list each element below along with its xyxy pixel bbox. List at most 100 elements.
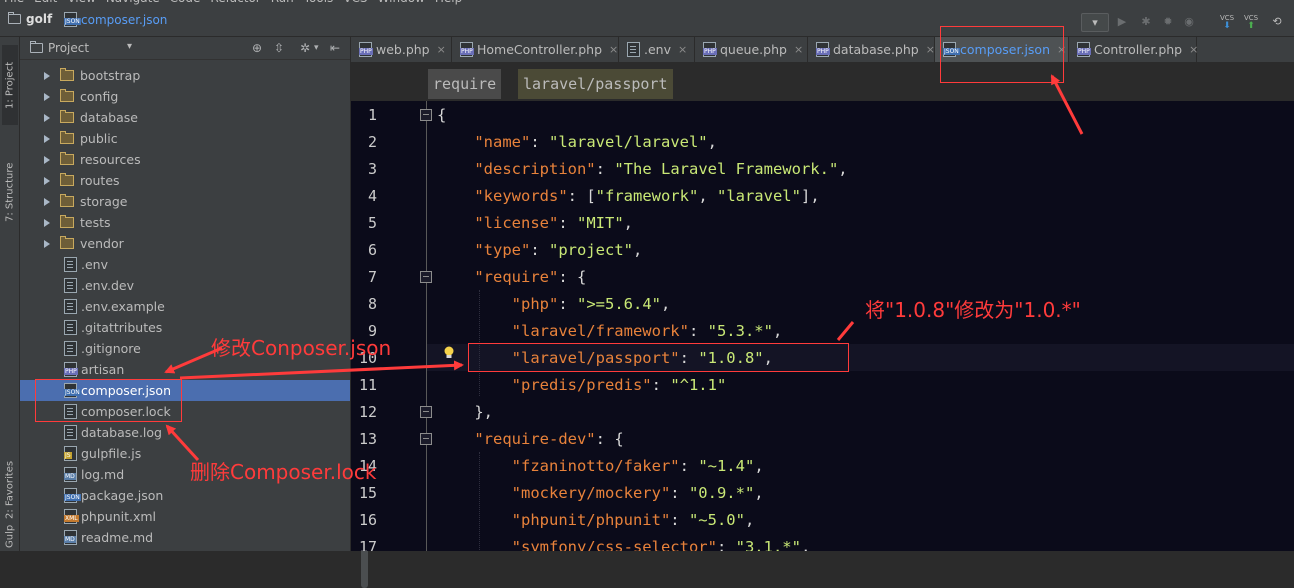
settings-chevron-icon[interactable]: ▾: [314, 43, 319, 53]
menu-navigate[interactable]: Navigate: [106, 0, 160, 5]
menu-run[interactable]: Run: [271, 0, 294, 5]
menu-tools[interactable]: Tools: [304, 0, 334, 5]
run-config-dropdown[interactable]: ▾: [1081, 13, 1109, 32]
tree-item-label: package.json: [81, 488, 164, 503]
menu-view[interactable]: View: [67, 0, 95, 5]
tree-file-item[interactable]: .env.example: [20, 296, 350, 317]
tab-label: HomeController.php: [477, 42, 603, 57]
vcs-commit-button[interactable]: VCS ⬆: [1242, 13, 1260, 31]
tree-folder-item[interactable]: tests: [20, 212, 350, 233]
debug-button[interactable]: ✱: [1138, 13, 1154, 30]
tree-folder-item[interactable]: database: [20, 107, 350, 128]
tab-queue-php[interactable]: queue.php ×: [695, 37, 808, 62]
tree-file-item[interactable]: artisan: [20, 359, 350, 380]
fold-marker-icon[interactable]: [420, 109, 432, 121]
menu-help[interactable]: Help: [435, 0, 462, 5]
tab-homecontroller-php[interactable]: HomeController.php ×: [452, 37, 619, 62]
close-icon[interactable]: ×: [794, 43, 803, 56]
coverage-button[interactable]: ✹: [1160, 13, 1176, 30]
editor-breadcrumb-require[interactable]: require: [428, 69, 502, 99]
history-button[interactable]: ⟲: [1268, 13, 1286, 30]
code-editor[interactable]: 1 2 3 4 5 6 7 8 9 10 11 12 13 14 15 16 17 { "name": "lar…: [351, 101, 1294, 551]
expand-arrow-icon[interactable]: [44, 134, 50, 143]
expand-arrow-icon[interactable]: [44, 155, 50, 164]
tree-folder-item[interactable]: routes: [20, 170, 350, 191]
tab-gulp-tool[interactable]: Gulp: [2, 523, 18, 549]
tab-database-php[interactable]: database.php ×: [808, 37, 935, 62]
menu-window[interactable]: Window: [378, 0, 425, 5]
json-punctuation: {: [437, 106, 447, 124]
tree-file-item[interactable]: readme.md: [20, 527, 350, 548]
menu-refactor[interactable]: Refactor: [210, 0, 260, 5]
editor-breadcrumb-passport-label: laravel/passport: [523, 75, 668, 93]
tab-project-tool[interactable]: 1: Project: [2, 45, 18, 125]
tab-label: web.php: [376, 42, 430, 57]
menu-edit[interactable]: Edit: [34, 0, 57, 5]
close-icon[interactable]: ×: [609, 43, 618, 56]
expand-arrow-icon[interactable]: [44, 176, 50, 185]
json-string: "~1.4": [698, 457, 755, 475]
tree-file-item[interactable]: package.json: [20, 485, 350, 506]
breadcrumb-project[interactable]: golf: [8, 12, 52, 26]
close-icon[interactable]: ×: [1189, 43, 1198, 56]
tab-structure-tool[interactable]: 7: Structure: [2, 137, 18, 247]
tree-folder-item[interactable]: config: [20, 86, 350, 107]
tree-file-item[interactable]: database.log: [20, 422, 350, 443]
gear-icon[interactable]: ✲: [300, 41, 310, 55]
tree-file-item[interactable]: .env: [20, 254, 350, 275]
menu-vcs[interactable]: VCS: [343, 0, 367, 5]
expand-arrow-icon[interactable]: [44, 218, 50, 227]
annotation-modify-file: 修改Conposer.json: [211, 336, 392, 360]
md-file-icon: [64, 530, 77, 545]
close-icon[interactable]: ×: [437, 43, 446, 56]
profile-button[interactable]: ◉: [1181, 13, 1197, 30]
line-number: 4: [367, 187, 377, 205]
breadcrumb-file[interactable]: composer.json: [64, 12, 167, 27]
tab-env[interactable]: .env ×: [619, 37, 695, 62]
tree-item-label: database.log: [81, 425, 162, 440]
line-number: 17: [358, 538, 377, 551]
close-icon[interactable]: ×: [926, 43, 935, 56]
tab-controller-php[interactable]: Controller.php ×: [1069, 37, 1198, 62]
fold-marker-icon[interactable]: [420, 406, 432, 418]
project-view-selector[interactable]: Project: [48, 41, 89, 55]
close-icon[interactable]: ×: [678, 43, 687, 56]
expand-arrow-icon[interactable]: [44, 197, 50, 206]
fold-marker-icon[interactable]: [420, 271, 432, 283]
tree-folder-item[interactable]: resources: [20, 149, 350, 170]
json-punctuation: [437, 133, 474, 151]
collapse-all-icon[interactable]: ⇳: [274, 41, 284, 55]
run-button[interactable]: ▶: [1114, 13, 1130, 30]
coverage-icon: ✹: [1163, 15, 1173, 28]
fold-marker-icon[interactable]: [420, 433, 432, 445]
tab-web-php[interactable]: web.php ×: [351, 37, 452, 62]
json-punctuation: [437, 457, 512, 475]
line-number: 2: [367, 133, 377, 151]
tree-folder-item[interactable]: public: [20, 128, 350, 149]
tree-item-label: artisan: [81, 362, 125, 377]
tree-folder-item[interactable]: bootstrap: [20, 65, 350, 86]
json-key: "require": [474, 268, 559, 286]
expand-arrow-icon[interactable]: [44, 71, 50, 80]
menu-code[interactable]: Code: [170, 0, 201, 5]
chevron-down-icon: ▾: [1092, 16, 1098, 29]
json-punctuation: [437, 241, 474, 259]
tree-file-item[interactable]: .env.dev: [20, 275, 350, 296]
chevron-down-icon[interactable]: ▾: [127, 41, 132, 52]
lightbulb-icon[interactable]: [443, 346, 455, 360]
tree-file-item[interactable]: phpunit.xml: [20, 506, 350, 527]
editor-breadcrumb-passport[interactable]: laravel/passport: [518, 69, 673, 99]
tree-folder-item[interactable]: vendor: [20, 233, 350, 254]
expand-arrow-icon[interactable]: [44, 113, 50, 122]
expand-arrow-icon[interactable]: [44, 239, 50, 248]
vcs-update-button[interactable]: VCS ⬇: [1218, 13, 1236, 31]
locate-file-icon[interactable]: ⊕: [252, 41, 262, 55]
code-line: "predis/predis": "^1.1": [437, 372, 727, 399]
tree-item-label: resources: [80, 152, 141, 167]
expand-arrow-icon[interactable]: [44, 92, 50, 101]
menu-file[interactable]: File: [4, 0, 24, 5]
json-punctuation: : {: [595, 430, 624, 448]
hide-panel-icon[interactable]: ⇤: [330, 41, 340, 55]
tree-folder-item[interactable]: storage: [20, 191, 350, 212]
code-line: {: [437, 102, 446, 129]
